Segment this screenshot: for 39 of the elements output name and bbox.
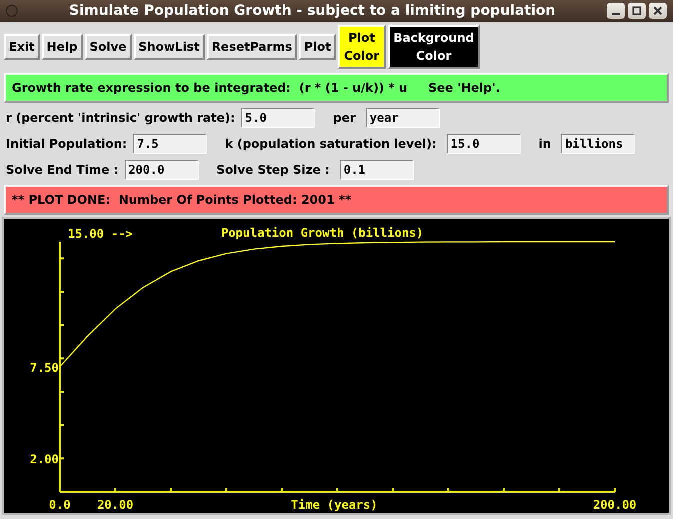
minimize-button[interactable] [607, 3, 625, 19]
x-tick-label: 20.00 [97, 498, 134, 512]
toolbar-button[interactable]: Plot Color [338, 25, 386, 69]
input-field[interactable]: 7.5 [133, 134, 208, 154]
input-field[interactable]: billions [561, 134, 636, 154]
input-field[interactable]: 5.0 [241, 108, 316, 128]
field-label: Solve Step Size : [216, 163, 330, 177]
field-label: k (population saturation level): [225, 137, 437, 151]
field-label: per [333, 111, 356, 125]
x-tick-label: 200.00 [593, 498, 637, 512]
field-label: Solve End Time : [6, 163, 119, 177]
max-value-annotation: 15.00 --> [68, 227, 134, 241]
toolbar-button[interactable]: Exit [4, 34, 40, 60]
input-field[interactable]: year [366, 108, 440, 128]
input-field[interactable]: 15.0 [446, 134, 521, 154]
field-label: r (percent 'intrinsic' growth rate): [6, 111, 236, 125]
toolbar-button[interactable]: ShowList [134, 34, 205, 60]
close-button[interactable] [649, 3, 667, 19]
toolbar-button[interactable]: ResetParms [206, 34, 298, 60]
expression-banner: Growth rate expression to be integrated: (r * (1 - u/k)) * u See 'Help'. [4, 73, 669, 103]
minimize-icon [612, 13, 620, 15]
toolbar-button[interactable]: Background Color [388, 25, 480, 69]
toolbar-button[interactable]: Help [42, 34, 83, 60]
toolbar-button[interactable]: Solve [84, 34, 132, 60]
y-tick-label: 7.50 [30, 361, 59, 375]
y-tick-label: 2.00 [30, 452, 59, 467]
maximize-button[interactable] [628, 3, 646, 19]
status-message: ** PLOT DONE: Number Of Points Plotted: 2001 ** [4, 185, 669, 215]
input-field[interactable]: 200.0 [124, 160, 199, 180]
maximize-icon [632, 6, 642, 16]
field-label: Initial Population: [6, 137, 128, 151]
x-tick-label: 0.0 [49, 498, 71, 512]
x-axis-label: Time (years) [291, 498, 378, 512]
window-title: Simulate Population Growth - subject to a limiting population [68, 3, 557, 19]
input-field[interactable]: 0.1 [340, 160, 414, 180]
toolbar-button[interactable]: Plot [299, 34, 336, 60]
field-label: in [538, 137, 552, 151]
close-icon [654, 6, 662, 16]
chart-title: Population Growth (billions) [221, 226, 424, 240]
